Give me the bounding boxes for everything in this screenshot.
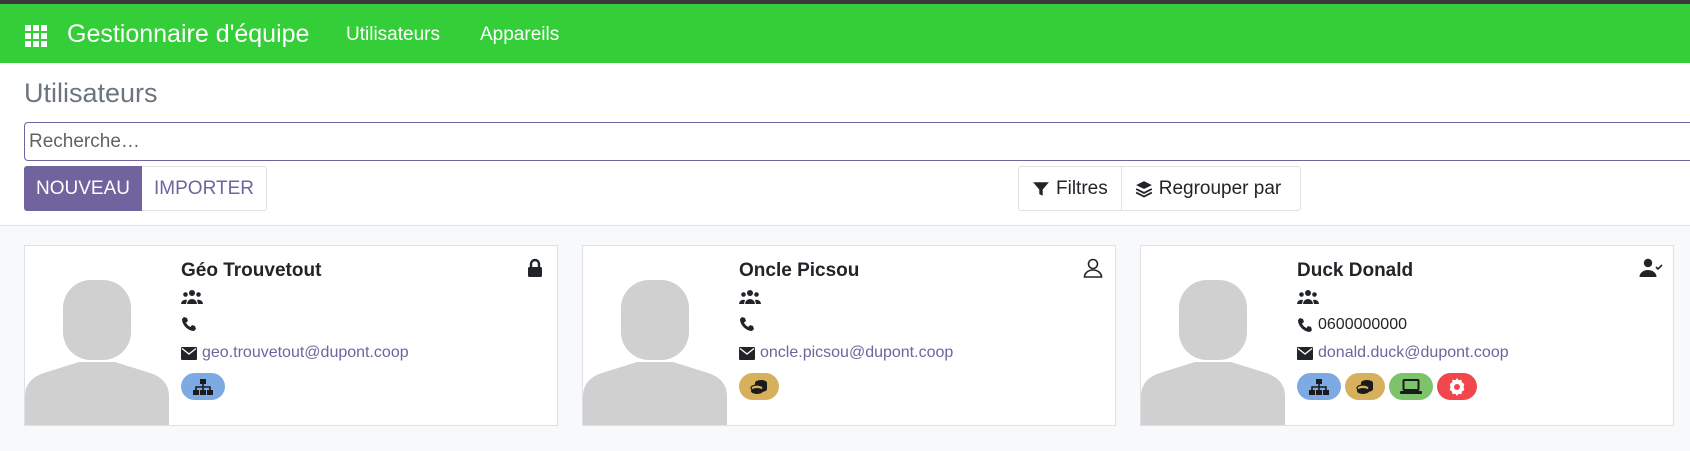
tag-settings[interactable] <box>1437 373 1477 400</box>
search-input[interactable] <box>24 122 1690 161</box>
tag-coins[interactable] <box>739 373 779 400</box>
page-title: Utilisateurs <box>24 78 158 108</box>
control-panel: Utilisateurs NOUVEAU IMPORTER Filtres Re… <box>0 63 1690 226</box>
user-name: Oncle Picsou <box>739 260 860 281</box>
avatar <box>583 246 727 425</box>
user-card[interactable]: Géo Trouvetout geo.trouvetout@dupont.coo… <box>24 245 558 426</box>
filters-label: Filtres <box>1056 177 1108 199</box>
groups-row <box>739 289 761 305</box>
user-name: Duck Donald <box>1297 260 1414 281</box>
email-link[interactable]: donald.duck@dupont.coop <box>1318 344 1509 362</box>
layers-icon <box>1135 180 1153 198</box>
phone-row: 0600000000 <box>1297 316 1407 334</box>
network-icon <box>193 378 213 395</box>
coins-icon <box>1356 379 1373 394</box>
envelope-icon <box>1297 346 1313 360</box>
groups-row <box>181 289 203 305</box>
envelope-icon <box>739 346 755 360</box>
filter-icon <box>1033 181 1049 196</box>
navbar: Gestionnaire d'équipe Utilisateurs Appar… <box>0 4 1690 63</box>
tag-list <box>181 373 225 400</box>
phone-icon <box>1298 318 1312 332</box>
users-icon <box>181 290 203 304</box>
tag-network[interactable] <box>1297 373 1341 400</box>
email-link[interactable]: geo.trouvetout@dupont.coop <box>202 344 409 362</box>
filters-button[interactable]: Filtres <box>1019 167 1121 210</box>
app-title[interactable]: Gestionnaire d'équipe <box>67 20 309 49</box>
phone-value: 0600000000 <box>1318 316 1407 333</box>
tag-network[interactable] <box>181 373 225 400</box>
user-check-icon <box>1639 258 1663 277</box>
user-card[interactable]: Oncle Picsou oncle.picsou@dupont.coop <box>582 245 1116 426</box>
network-icon <box>1309 378 1329 395</box>
grid-apps-icon[interactable] <box>25 25 47 47</box>
tag-laptop[interactable] <box>1389 373 1433 400</box>
envelope-icon <box>181 346 197 360</box>
phone-row <box>181 316 202 332</box>
tag-list <box>739 373 779 400</box>
tag-list <box>1297 373 1477 400</box>
email-row: geo.trouvetout@dupont.coop <box>181 344 409 362</box>
search-options: Filtres Regrouper par <box>1018 166 1301 211</box>
users-icon <box>739 290 761 304</box>
users-icon <box>1297 290 1319 304</box>
group-by-button[interactable]: Regrouper par <box>1120 167 1295 210</box>
user-name: Géo Trouvetout <box>181 260 322 281</box>
tag-coins[interactable] <box>1345 373 1385 400</box>
user-card[interactable]: Duck Donald 0600000000 donald.duck@dupon… <box>1140 245 1674 426</box>
email-row: donald.duck@dupont.coop <box>1297 344 1509 362</box>
menu-item-devices[interactable]: Appareils <box>480 24 559 46</box>
kanban-view: Géo Trouvetout geo.trouvetout@dupont.coo… <box>24 245 1690 426</box>
new-button[interactable]: NOUVEAU <box>24 166 142 211</box>
group-by-label: Regrouper par <box>1158 177 1282 199</box>
avatar <box>1141 246 1285 425</box>
email-row: oncle.picsou@dupont.coop <box>739 344 953 362</box>
phone-icon <box>740 317 754 331</box>
menu-item-users[interactable]: Utilisateurs <box>346 24 440 46</box>
coins-icon <box>750 379 767 394</box>
user-outline-icon <box>1083 258 1103 278</box>
groups-row <box>1297 289 1319 305</box>
import-button[interactable]: IMPORTER <box>142 166 267 211</box>
gear-icon <box>1449 377 1465 396</box>
lock-icon <box>528 258 542 277</box>
avatar <box>25 246 169 425</box>
phone-icon <box>182 317 196 331</box>
phone-row <box>739 316 760 332</box>
email-link[interactable]: oncle.picsou@dupont.coop <box>760 344 953 362</box>
laptop-icon <box>1400 379 1422 394</box>
